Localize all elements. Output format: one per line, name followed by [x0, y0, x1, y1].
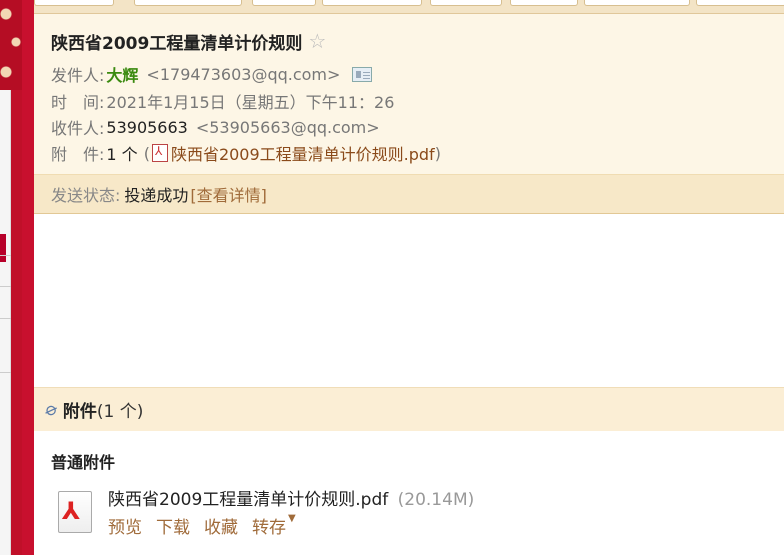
attachments-section: ⌀ 附件 (1 个) 普通附件 ⅄ 陕西省2009工程量清单计价规则.pdf (… — [34, 387, 784, 555]
active-nav-indicator — [0, 234, 6, 262]
pdf-icon — [151, 144, 168, 162]
attachment-label: 附 件: — [51, 145, 105, 164]
recipient-row: 收件人: 53905663 <53905663@qq.com> — [51, 116, 380, 139]
pdf-icon[interactable]: ⅄ — [54, 491, 94, 535]
delivery-status-bar: 发送状态: 投递成功 [查看详情] — [34, 174, 784, 214]
attachment-actions: 预览 下载 收藏 转存 ▼ — [108, 513, 296, 538]
attachment-filename[interactable]: 陕西省2009工程量清单计价规则.pdf — [108, 490, 388, 510]
sidebar-edge — [22, 0, 34, 555]
mail-read-view: 陕西省2009工程量清单计价规则 ☆ 发件人: 大辉 <179473603@qq… — [0, 0, 784, 555]
recipient-address: <53905663@qq.com> — [195, 117, 380, 137]
attachment-item: ⅄ 陕西省2009工程量清单计价规则.pdf (20.14M) 预览 下载 收藏… — [54, 485, 754, 541]
attachments-count: (1 个) — [96, 402, 144, 422]
top-toolbar — [34, 0, 784, 14]
time-label: 时 间: — [51, 93, 105, 112]
time-row: 时 间: 2021年1月15日（星期五）下午11：26 — [51, 90, 394, 112]
attachments-header: ⌀ 附件 (1 个) — [34, 387, 784, 431]
status-label: 发送状态: — [51, 186, 121, 205]
from-label: 发件人: — [51, 66, 105, 85]
paperclip-icon: ⌀ — [42, 397, 61, 422]
toolbar-button[interactable] — [696, 0, 784, 6]
sender-row: 发件人: 大辉 <179473603@qq.com> — [51, 62, 373, 86]
caret-down-icon[interactable]: ▼ — [288, 513, 296, 538]
status-value: 投递成功 — [124, 186, 189, 205]
toolbar-button[interactable] — [584, 0, 690, 6]
left-nav-panel — [0, 90, 11, 555]
toolbar-button[interactable] — [510, 0, 578, 6]
toolbar-button[interactable] — [134, 0, 242, 6]
to-label: 收件人: — [51, 119, 105, 138]
attachment-filename-row: 陕西省2009工程量清单计价规则.pdf (20.14M) — [108, 485, 474, 510]
mail-header: 陕西省2009工程量清单计价规则 ☆ 发件人: 大辉 <179473603@qq… — [34, 14, 784, 174]
subject-row: 陕西省2009工程量清单计价规则 ☆ — [51, 28, 326, 54]
star-icon[interactable]: ☆ — [308, 31, 326, 51]
preview-link[interactable]: 预览 — [108, 513, 142, 538]
download-link[interactable]: 下载 — [156, 513, 190, 538]
attachment-row: 附 件: 1 个 ( 陕西省2009工程量清单计价规则.pdf ) — [51, 141, 441, 165]
mail-subject: 陕西省2009工程量清单计价规则 — [51, 33, 303, 54]
toolbar-button[interactable] — [322, 0, 422, 6]
sender-address: <179473603@qq.com> — [146, 64, 341, 84]
view-details-link[interactable]: [查看详情] — [190, 182, 267, 206]
contact-card-icon[interactable] — [352, 66, 373, 82]
attachment-count: 1 个 — [106, 145, 138, 164]
normal-attachments-label: 普通附件 — [51, 453, 116, 472]
recipient-name[interactable]: 53905663 — [106, 118, 187, 137]
sent-time: 2021年1月15日（星期五）下午11：26 — [106, 93, 395, 112]
collect-link[interactable]: 收藏 — [204, 513, 238, 538]
toolbar-button[interactable] — [252, 0, 316, 6]
save-to-link[interactable]: 转存 — [252, 513, 286, 538]
attachment-link[interactable]: 陕西省2009工程量清单计价规则.pdf — [171, 141, 435, 165]
sender-name[interactable]: 大辉 — [106, 62, 138, 86]
attachments-title: 附件 — [62, 402, 97, 422]
decorative-pattern — [0, 0, 22, 90]
toolbar-button[interactable] — [430, 0, 502, 6]
toolbar-button[interactable] — [34, 0, 114, 6]
attachment-size: (20.14M) — [397, 490, 475, 510]
mail-body — [34, 215, 784, 387]
